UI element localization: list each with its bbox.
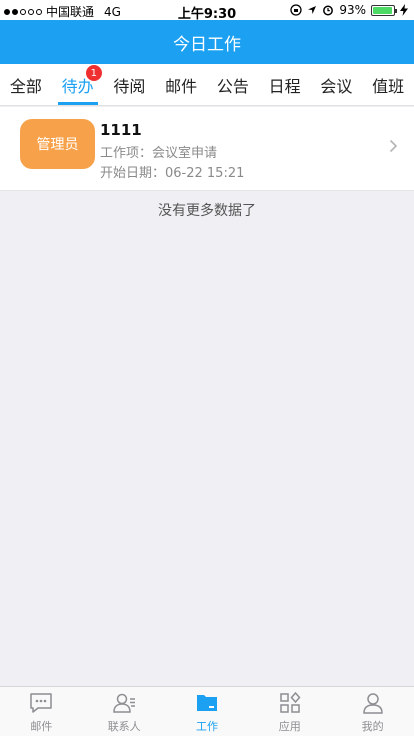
tab-label: 日程 bbox=[268, 76, 301, 96]
charging-icon bbox=[400, 4, 408, 16]
chevron-right-icon bbox=[389, 139, 398, 153]
todo-count-badge: 1 bbox=[85, 65, 102, 81]
avatar: 管理员 bbox=[20, 119, 95, 169]
tab-announcement[interactable]: 公告 bbox=[207, 64, 259, 105]
tabbar-item-work[interactable]: 工作 bbox=[166, 687, 249, 736]
tab-label: 邮件 bbox=[165, 76, 198, 96]
message-icon bbox=[30, 692, 53, 713]
tabbar-label: 邮件 bbox=[30, 719, 53, 733]
person-icon bbox=[362, 692, 383, 714]
status-bar: 中国联通 4G 上午9:30 93% bbox=[0, 0, 414, 22]
category-tabs: 全部 待办 1 待阅 邮件 公告 日程 会议 值班 bbox=[0, 64, 414, 106]
rotation-lock-icon bbox=[290, 4, 302, 16]
no-more-data-label: 没有更多数据了 bbox=[158, 203, 256, 219]
page-title: 今日工作 bbox=[173, 34, 241, 55]
item-title: 1111 bbox=[100, 121, 142, 139]
folder-icon bbox=[196, 694, 217, 711]
tabbar-item-mail[interactable]: 邮件 bbox=[0, 687, 83, 736]
alarm-icon bbox=[323, 5, 334, 16]
tabbar-label: 工作 bbox=[195, 719, 218, 733]
apps-icon bbox=[280, 691, 301, 713]
tab-label: 公告 bbox=[216, 76, 249, 96]
tab-label: 全部 bbox=[9, 76, 42, 96]
todo-list: 管理员 1111 工作项：会议室申请 开始日期：06-22 15:21 bbox=[0, 107, 414, 191]
item-start-date: 开始日期：06-22 15:21 bbox=[100, 166, 245, 181]
tab-duty[interactable]: 值班 bbox=[362, 64, 414, 105]
tab-schedule[interactable]: 日程 bbox=[259, 64, 311, 105]
tabbar-label: 应用 bbox=[278, 719, 301, 733]
tab-label: 会议 bbox=[320, 76, 353, 96]
tab-label: 待阅 bbox=[113, 76, 146, 96]
battery-icon bbox=[371, 4, 397, 16]
contacts-icon bbox=[113, 693, 136, 713]
tabbar-item-apps[interactable]: 应用 bbox=[248, 687, 331, 736]
tab-label: 值班 bbox=[372, 76, 405, 96]
bottom-tab-bar: 邮件 联系人 工作 应用 我的 bbox=[0, 686, 414, 736]
location-icon bbox=[308, 6, 317, 14]
tabbar-label: 联系人 bbox=[107, 719, 141, 733]
tabbar-item-contacts[interactable]: 联系人 bbox=[83, 687, 166, 736]
tab-to-read[interactable]: 待阅 bbox=[104, 64, 156, 105]
tab-todo[interactable]: 待办 1 bbox=[52, 64, 104, 105]
tabbar-item-me[interactable]: 我的 bbox=[331, 687, 414, 736]
tab-all[interactable]: 全部 bbox=[0, 64, 52, 105]
item-work-type: 工作项：会议室申请 bbox=[100, 146, 218, 161]
list-item[interactable]: 管理员 1111 工作项：会议室申请 开始日期：06-22 15:21 bbox=[0, 107, 414, 191]
nav-bar: 今日工作 bbox=[0, 20, 414, 64]
battery-percent: 93% bbox=[339, 3, 366, 17]
tab-mail[interactable]: 邮件 bbox=[155, 64, 207, 105]
status-right: 93% bbox=[290, 3, 408, 17]
tabbar-label: 我的 bbox=[361, 719, 384, 733]
tab-meeting[interactable]: 会议 bbox=[311, 64, 363, 105]
